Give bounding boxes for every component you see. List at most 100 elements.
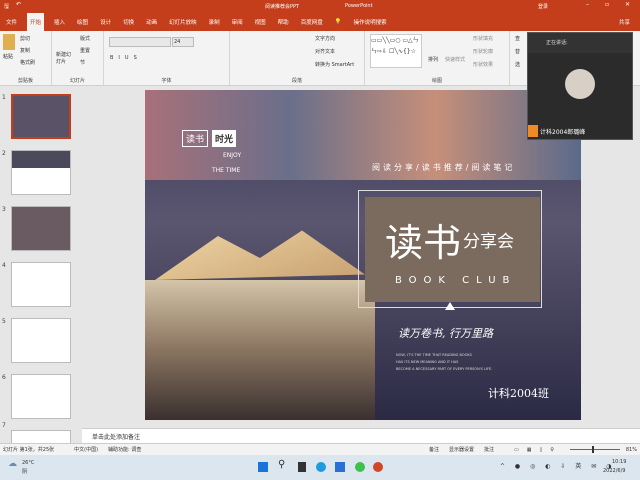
minimize-button[interactable]: –	[586, 1, 589, 8]
group-label: 剪贴板	[17, 78, 33, 84]
shape-outline-button[interactable]: 形状轮廓	[473, 48, 493, 55]
slide-counter: 幻灯片 第1张，共25张	[3, 447, 55, 453]
title-bar: 🖫 ↶ 阅读推荐会PPT PowerPoint 登录 – ▫ ✕	[0, 0, 640, 12]
tab-home[interactable]: 开始	[27, 12, 45, 31]
smartart-button[interactable]: 转换为 SmartArt	[315, 61, 354, 68]
zoom-slider-thumb[interactable]	[592, 446, 595, 453]
group-label: 段落	[291, 78, 302, 84]
search-icon[interactable]: ⚲	[278, 459, 285, 470]
taskbar: ☁ 26°C 阴 ⚲ ^ ● ◎ ◐ ⇩ 英 ✉ ◑ 10:19 2022/6/…	[0, 455, 640, 480]
share-button[interactable]: 共享	[617, 15, 632, 29]
tab-review[interactable]: 审阅	[230, 15, 245, 29]
slide-title-small: 分享会	[463, 232, 514, 252]
reset-button[interactable]: 重置	[80, 47, 90, 54]
title-box: 读书 分享会 BOOK CLUB	[365, 197, 540, 302]
cut-button[interactable]: 剪切	[20, 35, 30, 42]
weather-icon: ☁	[8, 459, 17, 469]
zoom-slider[interactable]	[569, 446, 620, 453]
document-title: 阅读推荐会PPT	[265, 4, 300, 10]
tab-draw[interactable]: 绘图	[75, 15, 90, 29]
slide-canvas[interactable]: 读书 时光 ENJOY THE TIME 阅读分享/读书推荐/阅读笔记 读书 分…	[145, 90, 581, 420]
tab-design[interactable]: 设计	[98, 15, 113, 29]
tab-transitions[interactable]: 切换	[121, 15, 136, 29]
arrange-button[interactable]: 排列	[428, 56, 438, 63]
tab-slideshow[interactable]: 幻灯片放映	[167, 15, 199, 29]
select-button[interactable]: 选	[515, 61, 520, 68]
view-buttons[interactable]: ▭▦▯♀	[514, 447, 562, 453]
clock-date[interactable]: 2022/6/9	[603, 468, 625, 474]
clock-time[interactable]: 10:19	[612, 459, 626, 465]
open-book-image	[155, 230, 365, 280]
align-text-button[interactable]: 对齐文本	[315, 48, 335, 55]
class-name: 计科2004班	[488, 387, 549, 400]
text-direction-button[interactable]: 文字方向	[315, 35, 335, 42]
paste-button[interactable]: 粘贴	[3, 53, 13, 60]
powerpoint-icon[interactable]	[373, 462, 383, 472]
quick-styles-button[interactable]: 快速样式	[445, 56, 465, 63]
task-view-icon[interactable]	[298, 462, 306, 472]
notes-pane[interactable]: 单击此处添加备注	[82, 428, 640, 443]
font-size-select[interactable]: 24	[172, 37, 194, 47]
tab-animations[interactable]: 动画	[144, 15, 159, 29]
new-slide-button[interactable]: 新建幻灯片	[56, 51, 74, 65]
signin-button[interactable]: 登录	[538, 3, 548, 10]
ribbon-tabs: 文件 开始 插入 绘图 设计 切换 动画 幻灯片放映 录制 审阅 视图 帮助 百…	[0, 12, 640, 31]
paragraph-group: 文字方向 对齐文本 转换为 SmartArt 段落	[230, 31, 365, 86]
find-button[interactable]: 查	[515, 35, 520, 42]
undo-icon[interactable]: ↶	[16, 1, 21, 8]
tab-view[interactable]: 视图	[253, 15, 268, 29]
wechat-icon[interactable]	[355, 462, 365, 472]
layout-button[interactable]: 版式	[80, 35, 90, 42]
close-button[interactable]: ✕	[625, 1, 630, 8]
copy-button[interactable]: 复制	[20, 47, 30, 54]
thumbnail-number: 5	[2, 318, 6, 325]
user-icon	[528, 125, 538, 137]
tab-baidu[interactable]: 百度网盘	[299, 15, 325, 29]
tab-file[interactable]: 文件	[4, 15, 19, 29]
thumbnail-pane: 1 2 3 4 5 6 7	[0, 86, 80, 475]
font-format-buttons[interactable]: BIUS	[110, 55, 142, 61]
triangle-icon	[445, 302, 455, 310]
start-icon[interactable]	[258, 462, 268, 472]
body-text: NOW, IT'S THE TIME THAT READING BOOKS HA…	[396, 352, 492, 373]
edge-icon[interactable]	[316, 462, 326, 472]
replace-button[interactable]: 替	[515, 48, 520, 55]
shape-fill-button[interactable]: 形状填充	[473, 35, 493, 42]
app-icon[interactable]	[335, 462, 345, 472]
system-tray[interactable]: ^ ● ◎ ◐ ⇩ 英 ✉ ◑	[500, 461, 615, 470]
format-painter-button[interactable]: 格式刷	[20, 59, 35, 66]
tab-record[interactable]: 录制	[207, 15, 222, 29]
maximize-button[interactable]: ▫	[605, 1, 609, 8]
search-icon: 💡	[334, 18, 342, 25]
the-time-text: THE TIME	[212, 167, 241, 174]
slogan: 读万卷书, 行万里路	[398, 327, 493, 340]
comments-button[interactable]: 批注	[484, 446, 494, 453]
notes-button[interactable]: 备注	[429, 446, 439, 453]
thumbnail-number: 3	[2, 206, 6, 213]
save-icon[interactable]: 🖫	[4, 2, 9, 12]
shape-effects-button[interactable]: 形状效果	[473, 61, 493, 68]
temperature[interactable]: 26°C	[22, 460, 34, 466]
display-settings-button[interactable]: 显示器设置	[449, 446, 474, 453]
slide-subtitle: 阅读分享/读书推荐/阅读笔记	[372, 163, 516, 172]
tab-insert[interactable]: 插入	[52, 15, 67, 29]
accessibility-status[interactable]: 辅助功能: 调查	[108, 446, 141, 453]
logo-text: 读书	[182, 130, 209, 147]
video-call-panel: 正在讲话: 计科2004郎璐峰	[527, 32, 633, 140]
section-button[interactable]: 节	[80, 59, 85, 66]
tab-help[interactable]: 帮助	[276, 15, 291, 29]
status-bar: 幻灯片 第1张，共25张 中文(中国) 辅助功能: 调查 备注 显示器设置 批注…	[0, 443, 640, 455]
font-name-select[interactable]	[109, 37, 171, 47]
tell-me-search[interactable]: 操作说明搜索	[352, 15, 389, 29]
participant-name: 计科2004郎璐峰	[540, 129, 586, 136]
thumbnail-number: 4	[2, 262, 6, 269]
thumbnail-number: 1	[2, 94, 6, 101]
avatar	[565, 69, 595, 99]
zoom-level[interactable]: 81%	[626, 447, 637, 453]
drawing-group: ▭▭╲╲▭○ ▭△ㄣㄣ⇨⇩ ☐╲∿{}☆ 排列 快速样式 形状填充 形状轮廓 形…	[365, 31, 510, 86]
font-group: 24 BIUS 字体	[104, 31, 230, 86]
language-status[interactable]: 中文(中国)	[74, 446, 98, 453]
shapes-gallery[interactable]: ▭▭╲╲▭○ ▭△ㄣㄣ⇨⇩ ☐╲∿{}☆	[370, 34, 422, 68]
thumbnail-number: 2	[2, 150, 6, 157]
book-club-text: BOOK CLUB	[395, 275, 517, 286]
